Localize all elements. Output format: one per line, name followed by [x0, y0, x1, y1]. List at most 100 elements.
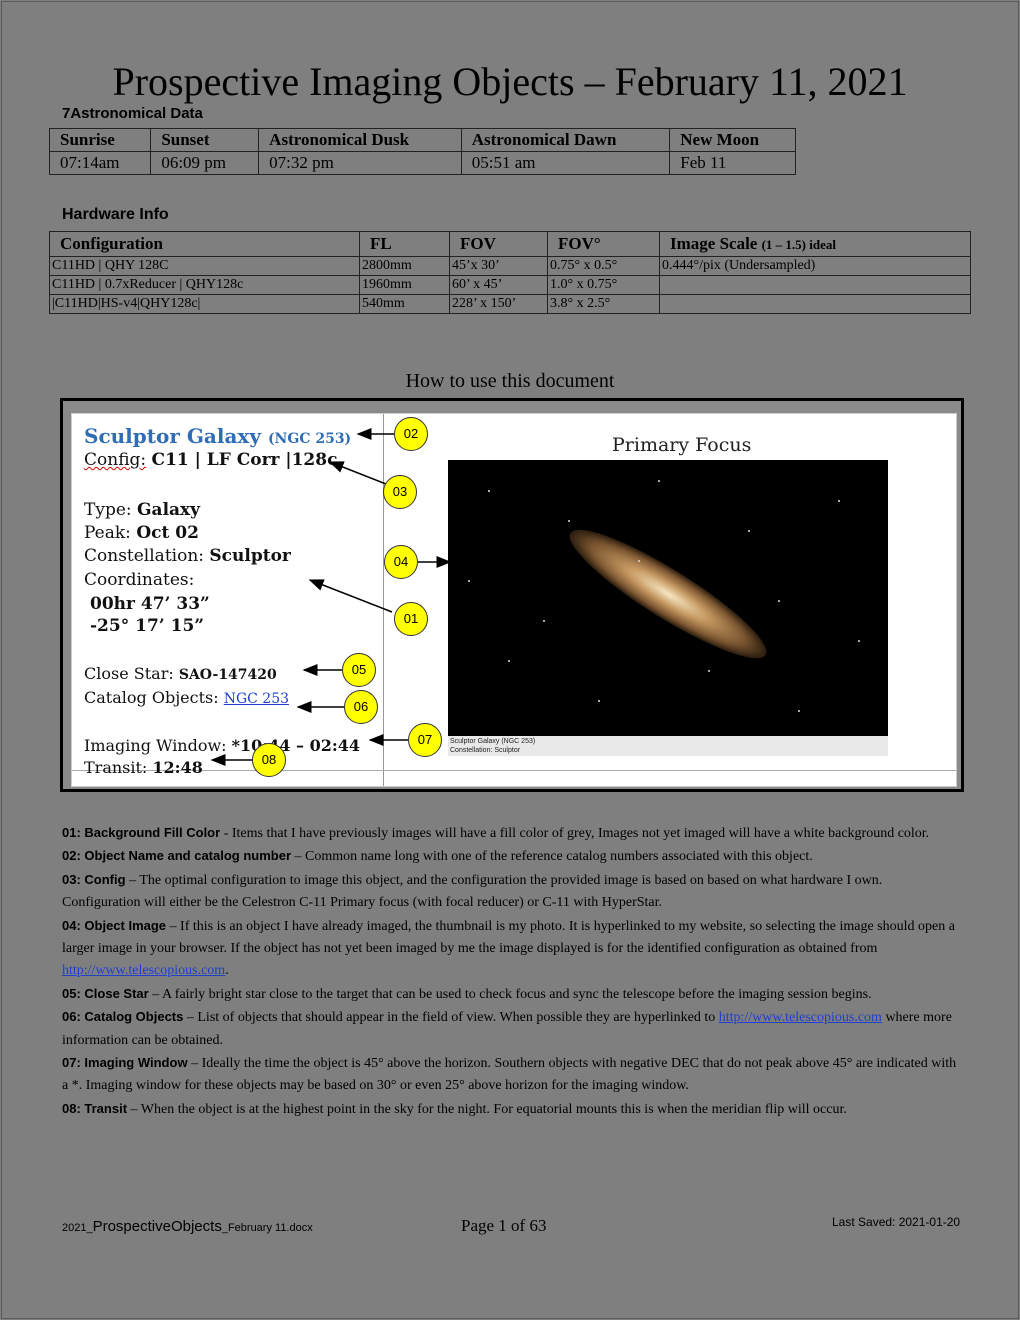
legend-key: 07: Imaging Window [62, 1055, 188, 1071]
table-row: |C11HD|HS-v4|QHY128c| 540mm 228’ x 150’ … [49, 294, 971, 314]
table-cell: 228’ x 150’ [449, 294, 548, 314]
object-name: Sculptor Galaxy (NGC 253) [84, 424, 351, 448]
table-cell: 0.75° x 0.5° [547, 256, 660, 276]
object-catalog: (NGC 253) [267, 431, 352, 447]
imaging-window-line: Imaging Window: *10:44 – 02:44 [84, 736, 360, 755]
header-fl: FL [359, 231, 450, 257]
image-scale-note: (1 – 1.5) ideal [761, 237, 836, 252]
legend-separator: – [187, 1056, 202, 1072]
callout-marker-02: 02 [394, 417, 428, 451]
star [468, 580, 470, 582]
primary-focus-title: Primary Focus [612, 434, 752, 456]
star [508, 660, 510, 662]
legend-key: 06: Catalog Objects [62, 1009, 184, 1025]
legend-text: A fairly bright star close to the target… [161, 986, 872, 1002]
catalog-objects-link[interactable]: NGC 253 [224, 691, 289, 707]
constellation-line: Constellation: Sculptor [84, 546, 291, 566]
telescopious-link[interactable]: http://www.telescopious.com [62, 963, 225, 978]
new-moon-value: Feb 11 [669, 151, 796, 175]
config-line: Config: C11 | LF Corr |128c [84, 450, 337, 470]
star [638, 560, 640, 562]
dusk-value: 07:32 pm [258, 151, 462, 175]
object-image[interactable]: Sculptor Galaxy (NGC 253) Constellation:… [448, 460, 888, 756]
legend-text: List of objects that should appear in th… [197, 1010, 719, 1026]
legend-key: 03: Config [62, 871, 126, 887]
photo-caption-constellation: Constellation: Sculptor [450, 747, 521, 754]
table-cell: 45’x 30’ [449, 256, 548, 276]
table-cell: C11HD | QHY 128C [49, 256, 360, 276]
example-entry: Sculptor Galaxy (NGC 253) Config: C11 | … [71, 413, 957, 787]
legend-item: 02: Object Name and catalog number – Com… [62, 845, 962, 868]
filename-main: ProspectiveObjects [92, 1218, 222, 1235]
callout-marker-04: 04 [384, 545, 418, 579]
row-divider [72, 770, 956, 771]
table-cell: |C11HD|HS-v4|QHY128c| [49, 294, 360, 314]
callout-marker-01: 01 [394, 602, 428, 636]
imaging-window-label: Imaging Window: [84, 736, 227, 755]
legend-item: 01: Background Fill Color - Items that I… [62, 822, 962, 845]
star [748, 530, 750, 532]
header-new-moon: New Moon [669, 128, 796, 152]
legend-key: 08: Transit [62, 1100, 128, 1116]
legend-item: 05: Close Star – A fairly bright star cl… [62, 983, 962, 1006]
legend-key: 05: Close Star [62, 985, 149, 1001]
constellation-label: Constellation: [84, 546, 204, 566]
table-cell: 60’ x 45’ [449, 275, 548, 295]
legend-text: Common name long with one of the referen… [305, 849, 813, 865]
table-header-row: Sunrise Sunset Astronomical Dusk Astrono… [48, 128, 796, 152]
header-configuration: Configuration [49, 231, 360, 257]
type-value: Galaxy [137, 500, 201, 520]
legend-list: 01: Background Fill Color - Items that I… [62, 822, 962, 1121]
legend-separator: – [183, 1010, 198, 1026]
star [708, 670, 710, 672]
table-cell [659, 275, 971, 295]
legend-key: 04: Object Image [62, 917, 167, 933]
table-cell: 2800mm [359, 256, 450, 276]
hardware-info-heading: Hardware Info [62, 206, 169, 223]
header-astronomical-dusk: Astronomical Dusk [258, 128, 462, 152]
star [598, 700, 600, 702]
header-image-scale: Image Scale (1 – 1.5) ideal [659, 231, 971, 257]
catalog-objects-line: Catalog Objects: NGC 253 [84, 688, 289, 707]
peak-value: Oct 02 [136, 523, 199, 543]
object-name-text: Sculptor Galaxy [84, 424, 261, 448]
star [838, 500, 840, 502]
page-title: Prospective Imaging Objects – February 1… [112, 59, 908, 104]
legend-separator: – [127, 1101, 141, 1117]
hardware-info-table: Configuration FL FOV FOV° Image Scale (1… [49, 231, 971, 314]
star [658, 480, 660, 482]
header-sunset: Sunset [150, 128, 260, 152]
legend-separator: – [166, 918, 181, 934]
legend-text: When the object is at the highest point … [140, 1101, 847, 1117]
astronomical-data-table: Sunrise Sunset Astronomical Dusk Astrono… [48, 128, 796, 175]
galaxy-shape [557, 512, 779, 676]
legend-separator: - [220, 826, 232, 841]
image-scale-label: Image Scale [670, 234, 758, 253]
callout-marker-06: 06 [344, 690, 378, 724]
table-row: C11HD | QHY 128C 2800mm 45’x 30’ 0.75° x… [49, 256, 971, 276]
legend-item: 04: Object Image – If this is an object … [62, 915, 962, 983]
config-label: Config: [84, 450, 147, 470]
legend-key: 01: Background Fill Color [62, 825, 221, 840]
star [488, 490, 490, 492]
legend-separator: – [125, 872, 140, 888]
peak-line: Peak: Oct 02 [84, 523, 199, 543]
star [798, 710, 800, 712]
how-to-heading: How to use this document [405, 370, 615, 392]
table-cell: 1960mm [359, 275, 450, 295]
table-cell: 540mm [359, 294, 450, 314]
photo-caption-bar: Sculptor Galaxy (NGC 253) Constellation:… [448, 736, 888, 756]
callout-marker-07: 07 [408, 723, 442, 757]
sunrise-value: 07:14am [48, 151, 152, 175]
legend-item: 08: Transit – When the object is at the … [62, 1098, 962, 1121]
telescopious-link[interactable]: http://www.telescopious.com [719, 1010, 882, 1025]
close-star-line: Close Star: SAO-147420 [84, 664, 277, 683]
filename-suffix: _February 11.docx [221, 1222, 313, 1234]
transit-value: 12:48 [152, 758, 203, 777]
legend-key: 02: Object Name and catalog number [62, 848, 292, 864]
example-figure: Sculptor Galaxy (NGC 253) Config: C11 | … [60, 398, 964, 792]
legend-item: 07: Imaging Window – Ideally the time th… [62, 1052, 962, 1098]
table-row: C11HD | 0.7xReducer | QHY128c 1960mm 60’… [49, 275, 971, 295]
imaging-window-value: *10:44 – 02:44 [231, 736, 361, 755]
header-fov: FOV [449, 231, 548, 257]
